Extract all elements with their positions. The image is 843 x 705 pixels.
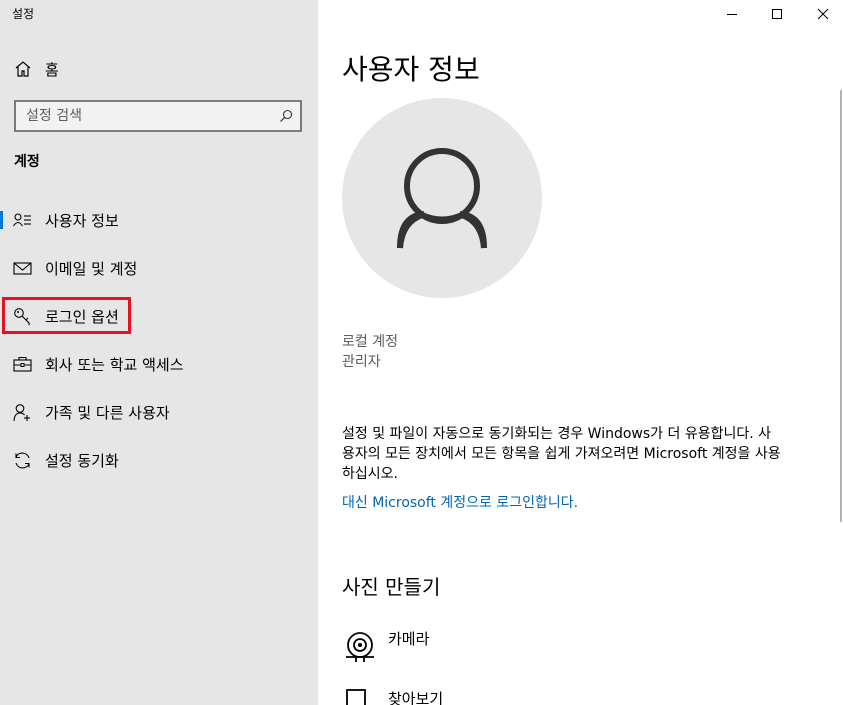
user-silhouette-icon	[397, 148, 487, 249]
sync-icon	[15, 452, 30, 468]
user-info-icon	[13, 212, 31, 226]
app-title: 설정	[12, 7, 35, 21]
microsoft-account-link[interactable]: 대신 Microsoft 계정으로 로그인합니다.	[342, 492, 578, 512]
active-indicator	[0, 211, 3, 229]
home-label: 홈	[45, 60, 59, 79]
sidebar-item-user-info[interactable]: 사용자 정보	[0, 200, 318, 240]
info-text: 설정 및 파일이 자동으로 동기화되는 경우 Windows가 더 유용합니다.…	[342, 426, 781, 482]
create-picture-heading: 사진 만들기	[342, 575, 441, 599]
highlight-box	[2, 297, 131, 334]
sidebar-item-label: 회사 또는 학교 액세스	[45, 355, 184, 374]
sidebar-item-email-accounts[interactable]: 이메일 및 계정	[0, 248, 318, 288]
account-type: 로컬 계정	[342, 334, 398, 350]
camera-label: 카메라	[388, 630, 430, 648]
account-role: 관리자	[342, 354, 381, 370]
settings-window: 설정 홈 계정 사용자 정보	[0, 0, 843, 705]
home-nav-item[interactable]: 홈	[14, 58, 59, 80]
home-icon	[15, 61, 31, 77]
sidebar: 설정 홈 계정 사용자 정보	[0, 0, 318, 705]
page-title: 사용자 정보	[342, 53, 480, 86]
sidebar-item-label: 이메일 및 계정	[45, 259, 138, 278]
mail-icon	[13, 261, 32, 275]
browse-icon	[346, 689, 366, 705]
search-icon[interactable]	[279, 109, 293, 123]
camera-icon	[346, 632, 374, 662]
search-input[interactable]	[16, 107, 278, 125]
sidebar-item-work-school[interactable]: 회사 또는 학교 액세스	[0, 344, 318, 384]
browse-label: 찾아보기	[388, 690, 444, 705]
sidebar-item-label: 사용자 정보	[45, 211, 119, 230]
briefcase-icon	[13, 356, 32, 372]
sidebar-section-title: 계정	[14, 154, 40, 170]
avatar	[342, 98, 542, 298]
sidebar-item-family-users[interactable]: 가족 및 다른 사용자	[0, 392, 318, 432]
main-content: 사용자 정보 로컬 계정 관리자 설정 및 파일이 자동으로 동기화되는 경우 …	[318, 0, 843, 705]
scrollbar[interactable]	[840, 90, 842, 522]
person-add-icon	[13, 403, 30, 421]
search-box[interactable]	[14, 100, 302, 132]
sidebar-item-sync-settings[interactable]: 설정 동기화	[0, 440, 318, 480]
sidebar-item-label: 가족 및 다른 사용자	[45, 403, 170, 422]
sidebar-item-label: 설정 동기화	[45, 451, 119, 470]
